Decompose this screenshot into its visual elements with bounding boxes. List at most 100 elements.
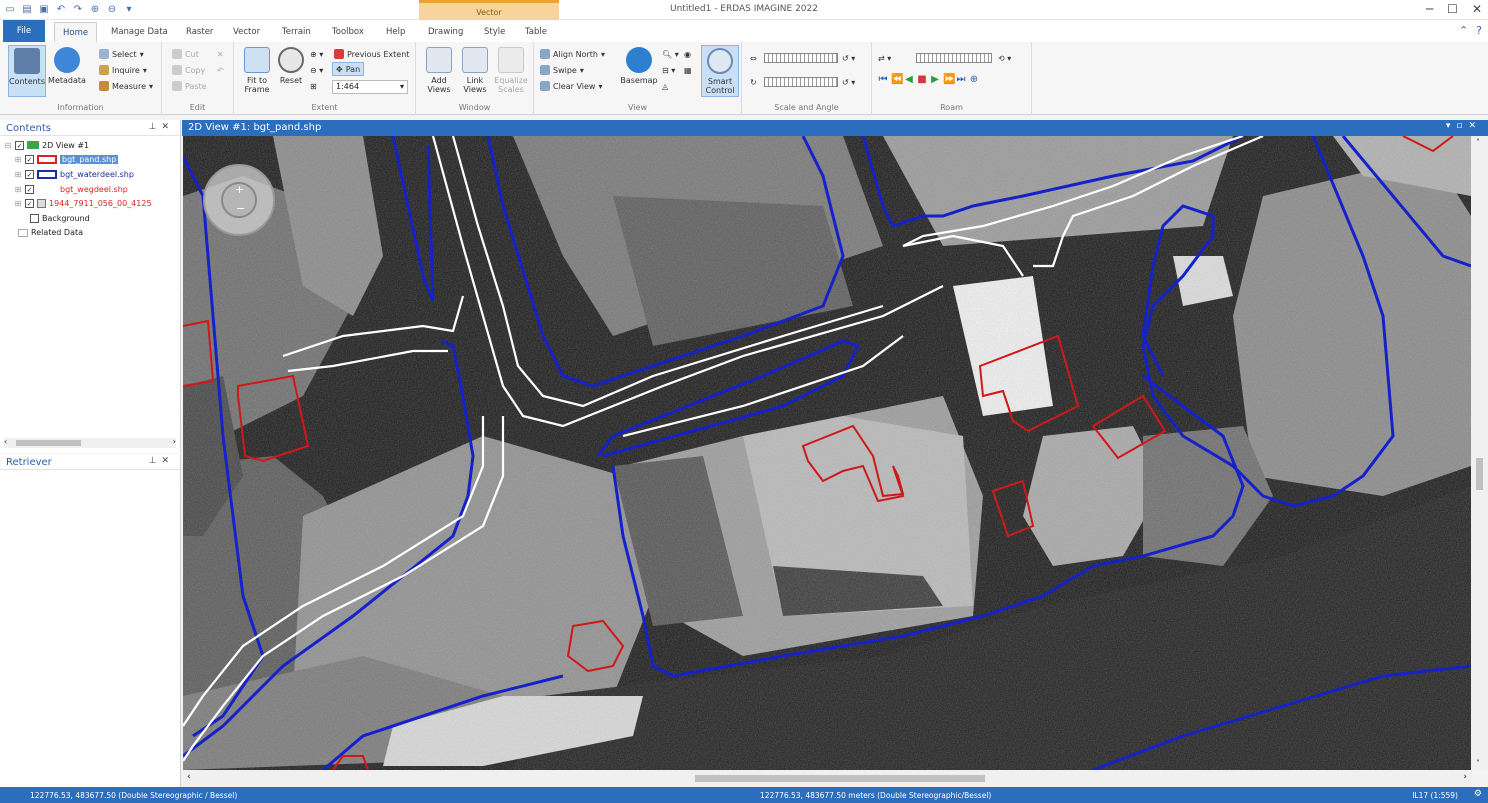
roam-options-button[interactable]: ⟲ ▾ [998,51,1011,65]
smart-control-button[interactable]: Smart Control [701,45,739,97]
align-north-button[interactable]: Align North ▾ [540,47,605,61]
cut-button[interactable]: Cut [172,47,199,61]
roam-type-button[interactable]: ⇄ ▾ [878,51,891,65]
tab-style[interactable]: Style [476,22,513,42]
stop-icon[interactable]: ■ [917,74,927,85]
navigation-control[interactable]: + − [203,164,275,236]
view-tool-button-c[interactable]: ◉ [684,47,691,61]
roam-speed-slider[interactable] [916,53,992,63]
scale-reset-button[interactable]: ↺ ▾ [842,51,855,65]
magnifier-icon: 🔍︎ ▾ [662,49,679,59]
help-icon[interactable]: ? [1476,24,1482,37]
map-vscrollbar[interactable]: ˄ ˅ [1471,136,1488,770]
tree-item-related[interactable]: Related Data [4,226,176,241]
close-icon[interactable]: ✕ [1472,2,1482,16]
pin-icon[interactable]: ⊥✕ [149,456,174,466]
play-back-icon[interactable]: ◀ [904,74,914,85]
scroll-thumb[interactable] [1476,458,1483,490]
tab-table[interactable]: Table [517,22,555,42]
status-options-icon[interactable]: ⚙ [1474,789,1482,799]
tab-help[interactable]: Help [378,22,413,42]
tab-toolbox[interactable]: Toolbox [324,22,372,42]
scale-combo[interactable]: 1:464 ▾ [332,80,408,94]
scroll-right-icon[interactable]: › [173,437,176,446]
tree-item-layer[interactable]: ⊞ ✓ bgt_pand.shp [4,153,176,168]
tree-item-raster[interactable]: ⊞ ✓ 1944_7911_056_00_4125 [4,196,176,211]
zoom-out-tool-button[interactable]: ⊖ ▾ [310,63,323,77]
scale-icon-button[interactable]: ⇔ [750,51,757,65]
layer-checkbox[interactable]: ✓ [15,140,24,150]
scroll-thumb[interactable] [695,775,985,782]
fit-to-frame-button[interactable]: Fit to Frame [238,45,276,97]
layer-checkbox[interactable]: ✓ [25,155,34,165]
view-window-controls[interactable]: ▾▫✕ [1446,121,1482,131]
map-hscrollbar[interactable]: ‹ › [183,770,1471,787]
scroll-left-icon[interactable]: ‹ [187,772,191,782]
scroll-right-icon[interactable]: › [1463,772,1467,782]
grid-zoom-button[interactable]: ⊞ [310,79,317,93]
tab-home[interactable]: Home [54,22,98,42]
pan-button[interactable]: ✥ Pan [332,62,365,76]
layer-checkbox[interactable]: ✓ [25,199,34,209]
previous-extent-button[interactable]: Previous Extent [334,47,409,61]
maximize-icon[interactable]: ☐ [1447,2,1458,16]
angle-reset-button[interactable]: ↺ ▾ [842,75,855,89]
select-button[interactable]: Select ▾ [99,47,144,61]
undo-edit-button[interactable]: ↶ [217,63,224,77]
minimize-ribbon-icon[interactable]: ⌃ [1459,24,1468,37]
view-tool-button-a[interactable]: ⊟ ▾ [662,63,675,77]
tree-item-layer[interactable]: ⊞ ✓ bgt_wegdeel.shp [4,182,176,197]
tab-manage-data[interactable]: Manage Data [103,22,176,42]
step-back-icon[interactable]: ⏪ [891,74,903,85]
equalize-scales-button[interactable]: Equalize Scales [492,45,530,97]
view-tool-button-b[interactable]: ◬ [662,79,668,93]
zoom-plus-icon[interactable]: + [235,183,244,196]
tab-drawing[interactable]: Drawing [420,22,471,42]
tab-file[interactable]: File [3,20,45,42]
scroll-thumb[interactable] [16,440,81,446]
layer-checkbox[interactable]: ✓ [25,184,34,194]
angle-icon-button[interactable]: ↻ [750,75,757,89]
tree-item-layer[interactable]: ⊞ ✓ bgt_waterdeel.shp [4,167,176,182]
view-tool-button-d[interactable]: ▦ [684,63,692,77]
basemap-button[interactable]: Basemap [620,45,658,97]
inquire-button[interactable]: Inquire ▾ [99,63,147,77]
magnifier-button[interactable]: 🔍︎ ▾ [662,47,679,61]
scroll-up-icon[interactable]: ˄ [1476,138,1480,147]
link-views-button[interactable]: Link Views [456,45,494,97]
copy-button[interactable]: Copy [172,63,205,77]
metadata-button[interactable]: Metadata [48,45,86,97]
reset-button[interactable]: Reset [272,45,310,97]
step-forward-icon[interactable]: ⏩ [943,74,955,85]
layer-checkbox[interactable] [30,213,39,223]
measure-button[interactable]: Measure ▾ [99,79,153,93]
tree-item-view[interactable]: ⊟ ✓ 2D View #1 [4,138,176,153]
layer-checkbox[interactable]: ✓ [25,169,34,179]
play-icon[interactable]: ▶ [930,74,940,85]
pin-icon[interactable]: ⊥✕ [149,122,174,132]
zoom-minus-icon[interactable]: − [236,202,245,215]
angle-slider[interactable] [764,77,838,87]
zoom-wheel-icon[interactable]: + − [221,182,257,218]
tab-raster[interactable]: Raster [178,22,221,42]
scroll-down-icon[interactable]: ˅ [1476,759,1480,768]
last-icon[interactable]: ⏭ [956,74,966,85]
paste-button[interactable]: Paste [172,79,207,93]
tree-item-background[interactable]: Background [4,211,176,226]
roam-more-icon[interactable]: ⊕ [969,74,979,85]
group-label: View [628,103,647,112]
clear-view-button[interactable]: Clear View ▾ [540,79,602,93]
delete-button[interactable]: ✕ [217,47,224,61]
scroll-left-icon[interactable]: ‹ [4,437,7,446]
scale-slider[interactable] [764,53,838,63]
tab-vector[interactable]: Vector [225,22,268,42]
add-views-button[interactable]: Add Views [420,45,458,97]
contents-button[interactable]: Contents [8,45,46,97]
minimize-icon[interactable]: ─ [1426,2,1433,16]
first-icon[interactable]: ⏮ [878,74,888,85]
zoom-tool-button[interactable]: ⊕ ▾ [310,47,323,61]
map-canvas[interactable]: + − [183,136,1471,770]
contents-hscrollbar[interactable]: ‹ › [4,437,176,448]
tab-terrain[interactable]: Terrain [274,22,319,42]
swipe-button[interactable]: Swipe ▾ [540,63,584,77]
